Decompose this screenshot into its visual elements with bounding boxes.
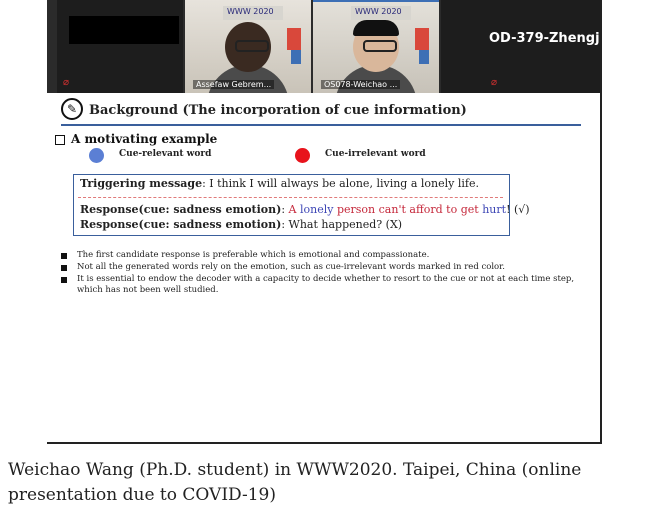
muted-mic-icon: ⌀ [491, 77, 498, 88]
irrelevant-dot-icon [295, 148, 310, 163]
participant-tile-2[interactable]: WWW 2020 Assefaw Gebrem... [185, 0, 311, 93]
list-item: The first candidate response is preferab… [59, 250, 579, 261]
glasses-icon [363, 40, 397, 52]
square-bullet-icon [61, 265, 67, 271]
poster-red-block [415, 28, 429, 50]
list-item: It is essential to endow the decoder wit… [59, 274, 579, 296]
legend-relevant: Cue-relevant word [119, 149, 212, 159]
participant-tile-1[interactable]: ⌀ [57, 0, 183, 93]
slide-title: Background (The incorporation of cue inf… [89, 103, 467, 118]
participant-strip: ⌀ WWW 2020 Assefaw Gebrem... WWW 2020 OS… [47, 0, 600, 93]
dashed-divider [78, 197, 503, 198]
legend-irrelevant: Cue-irrelevant word [325, 149, 426, 159]
poster-red-block [287, 28, 301, 50]
pencil-icon: ✎ [61, 98, 83, 120]
poster-blue-block [291, 50, 301, 64]
poster-blue-block [419, 50, 429, 64]
glasses-icon [235, 40, 269, 52]
active-speaker-outline [313, 0, 439, 2]
square-bullet-icon [61, 253, 67, 259]
photo-caption: Weichao Wang (Ph.D. student) in WWW2020.… [8, 460, 582, 505]
redacted-box [69, 16, 179, 44]
conference-banner: WWW 2020 [351, 6, 411, 20]
participant-name: OD-379-Zhengj... [489, 31, 600, 46]
response-2: Response(cue: sadness emotion): What hap… [80, 218, 403, 231]
participant-name: OS078-Weichao ... [321, 80, 401, 89]
participant-tile-3[interactable]: WWW 2020 OS078-Weichao ... [313, 0, 439, 93]
participant-tile-4[interactable]: OD-379-Zhengj... ⌀ [441, 0, 600, 93]
relevant-dot-icon [89, 148, 104, 163]
triggering-message: Triggering message: I think I will alway… [80, 177, 479, 190]
zoom-screenshot: ⌀ WWW 2020 Assefaw Gebrem... WWW 2020 OS… [47, 0, 602, 444]
list-item: Not all the generated words rely on the … [59, 262, 579, 273]
bullet-list: The first candidate response is preferab… [59, 250, 579, 297]
checkbox-bullet-icon [55, 134, 65, 145]
response-1: Response(cue: sadness emotion): A lonely… [80, 203, 530, 216]
shared-slide: ✎ Background (The incorporation of cue i… [47, 93, 600, 442]
section-heading: A motivating example [55, 132, 217, 146]
person-hair [353, 20, 399, 36]
square-bullet-icon [61, 277, 67, 283]
conference-banner: WWW 2020 [223, 6, 283, 20]
participant-name: Assefaw Gebrem... [193, 80, 275, 89]
title-underline [61, 124, 581, 126]
muted-mic-icon: ⌀ [63, 77, 70, 88]
example-box: Triggering message: I think I will alway… [73, 174, 530, 236]
